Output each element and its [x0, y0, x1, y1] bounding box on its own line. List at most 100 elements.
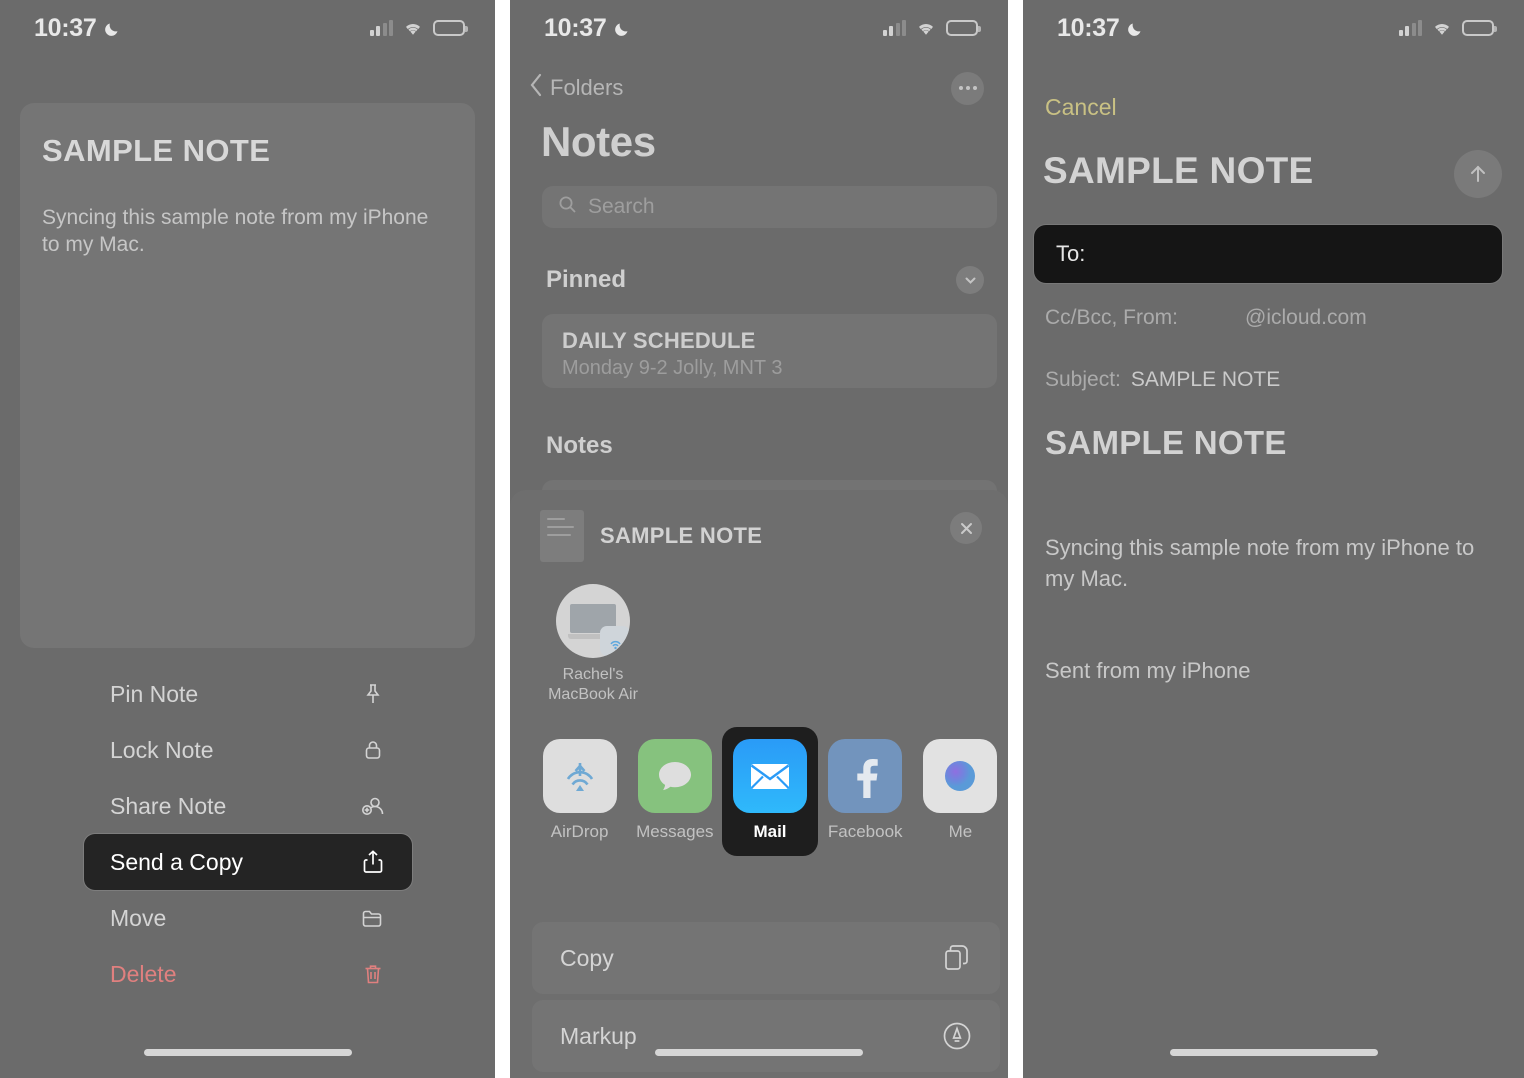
airdrop-badge-icon	[600, 626, 630, 656]
section-header-notes: Notes	[546, 432, 613, 459]
panel-mail-compose: 10:37 Cancel SAMPLE NOTE To: Cc/Bcc, Fro…	[1023, 0, 1524, 1078]
search-input[interactable]: Search	[542, 186, 997, 228]
email-body-title: SAMPLE NOTE	[1045, 424, 1287, 461]
context-menu-label: Send a Copy	[110, 848, 243, 875]
share-app-label: AirDrop	[550, 822, 609, 841]
section-header-pinned: Pinned	[546, 266, 627, 293]
wifi-icon	[915, 20, 937, 37]
share-app-label: Messages	[636, 822, 714, 841]
send-arrow-up-icon[interactable]	[1454, 150, 1502, 198]
chevron-left-icon	[528, 72, 544, 104]
list-item-daily-schedule[interactable]: DAILY SCHEDULE Monday 9-2 Jolly, MNT 3	[542, 314, 997, 388]
markup-pen-icon	[940, 1019, 974, 1053]
ellipsis-circle-icon[interactable]	[951, 71, 984, 105]
status-time: 10:37	[34, 13, 97, 42]
context-menu-item-delete[interactable]: Delete	[84, 946, 412, 1002]
share-sheet-title: SAMPLE NOTE	[600, 523, 763, 548]
mail-icon	[733, 739, 807, 813]
pin-icon	[358, 679, 388, 709]
context-menu-item-pin-note[interactable]: Pin Note	[84, 666, 412, 722]
folder-icon	[358, 903, 388, 933]
share-apps-row: AirDrop Messages Mail Facebook Me	[510, 705, 1008, 856]
context-menu-label: Share Note	[110, 792, 227, 819]
messages-icon	[637, 739, 712, 813]
note-thumbnail-icon	[540, 510, 584, 562]
note-body: Syncing this sample note from my iPhone …	[42, 206, 429, 256]
cancel-button[interactable]: Cancel	[1045, 94, 1117, 121]
search-placeholder: Search	[588, 195, 655, 218]
share-app-facebook[interactable]: Facebook	[818, 727, 913, 856]
context-menu-label: Pin Note	[110, 680, 199, 707]
airdrop-target-label: Rachel's MacBook Air	[538, 665, 648, 705]
to-field[interactable]: To:	[1034, 225, 1502, 283]
context-menu-label: Move	[110, 904, 167, 931]
wifi-icon	[402, 20, 424, 37]
airdrop-target-name-line1: Rachel's	[562, 666, 624, 683]
share-app-airdrop[interactable]: AirDrop	[532, 727, 627, 856]
panel-divider	[495, 0, 510, 1078]
cellular-signal-icon	[369, 20, 393, 36]
email-body-text[interactable]: Syncing this sample note from my iPhone …	[1045, 532, 1497, 594]
airdrop-target-macbook[interactable]: Rachel's MacBook Air	[538, 584, 648, 705]
share-action-markup[interactable]: Markup	[532, 1000, 1000, 1072]
context-menu-item-send-a-copy[interactable]: Send a Copy	[84, 834, 412, 890]
status-bar: 10:37	[0, 0, 495, 56]
ccbcc-label: Cc/Bcc, From:	[1045, 306, 1179, 329]
context-menu-item-lock-note[interactable]: Lock Note	[84, 722, 412, 778]
status-bar-right	[882, 20, 981, 37]
panel-divider	[1008, 0, 1023, 1078]
share-action-copy[interactable]: Copy	[532, 922, 1000, 994]
context-menu-item-share-note[interactable]: Share Note	[84, 778, 412, 834]
status-time: 10:37	[544, 13, 607, 42]
share-app-messages[interactable]: Messages	[627, 727, 722, 856]
person-add-icon	[358, 791, 388, 821]
share-action-label: Copy	[560, 944, 614, 971]
airdrop-icon	[542, 739, 617, 813]
note-card[interactable]: SAMPLE NOTE Syncing this sample note fro…	[20, 103, 475, 648]
email-signature: Sent from my iPhone	[1045, 658, 1251, 683]
battery-low-icon	[946, 20, 981, 36]
back-button-folders[interactable]: Folders	[528, 72, 623, 104]
share-app-more[interactable]: Me	[913, 727, 1008, 856]
page-title: Notes	[541, 118, 656, 165]
cellular-signal-icon	[882, 20, 906, 36]
ccbcc-from-row[interactable]: Cc/Bcc, From: @icloud.com	[1045, 306, 1367, 330]
home-indicator	[1169, 1049, 1378, 1056]
cellular-signal-icon	[1398, 20, 1422, 36]
status-bar-left: 10:37	[1057, 14, 1145, 43]
context-menu: Pin Note Lock Note Share Note Send a Cop…	[84, 666, 412, 1002]
trash-icon	[358, 959, 388, 989]
status-bar: 10:37	[1023, 0, 1524, 56]
navigation-bar: Folders	[510, 66, 1008, 110]
home-indicator	[655, 1049, 863, 1056]
close-icon[interactable]	[950, 512, 982, 544]
three-panel-screenshot: 10:37 SAMPLE NOTE Syncing this sample no…	[0, 0, 1524, 1078]
lock-icon	[358, 735, 388, 765]
note-title: SAMPLE NOTE	[42, 133, 271, 168]
panel-notes-list-share-sheet: 10:37 Folders Notes Search Pinned DAILY …	[510, 0, 1008, 1078]
crescent-moon-icon	[103, 19, 122, 38]
facebook-icon	[828, 739, 903, 813]
to-field-label: To:	[1056, 241, 1086, 266]
subject-row[interactable]: Subject: SAMPLE NOTE	[1045, 368, 1280, 392]
status-bar-right	[1398, 20, 1497, 37]
panel-note-context-menu: 10:37 SAMPLE NOTE Syncing this sample no…	[0, 0, 495, 1078]
wifi-icon	[1431, 20, 1453, 37]
back-button-label: Folders	[550, 75, 624, 100]
status-bar-left: 10:37	[544, 14, 632, 43]
context-menu-item-move[interactable]: Move	[84, 890, 412, 946]
status-bar-right	[369, 20, 468, 37]
macbook-airdrop-icon	[556, 584, 630, 658]
share-app-mail[interactable]: Mail	[722, 727, 818, 856]
copy-icon	[940, 941, 974, 975]
subject-value: SAMPLE NOTE	[1130, 368, 1281, 391]
share-sheet-header: SAMPLE NOTE	[510, 490, 1008, 562]
context-menu-label: Lock Note	[110, 736, 214, 763]
status-bar-left: 10:37	[34, 14, 122, 43]
airdrop-targets-row: Rachel's MacBook Air	[510, 562, 1008, 705]
share-sheet: SAMPLE NOTE Rachel's MacBook Air AirDrop…	[510, 490, 1008, 1078]
crescent-moon-icon	[613, 19, 632, 38]
airdrop-target-name-line2: MacBook Air	[548, 686, 638, 703]
battery-low-icon	[1462, 20, 1497, 36]
chevron-down-circle-icon[interactable]	[956, 266, 984, 294]
